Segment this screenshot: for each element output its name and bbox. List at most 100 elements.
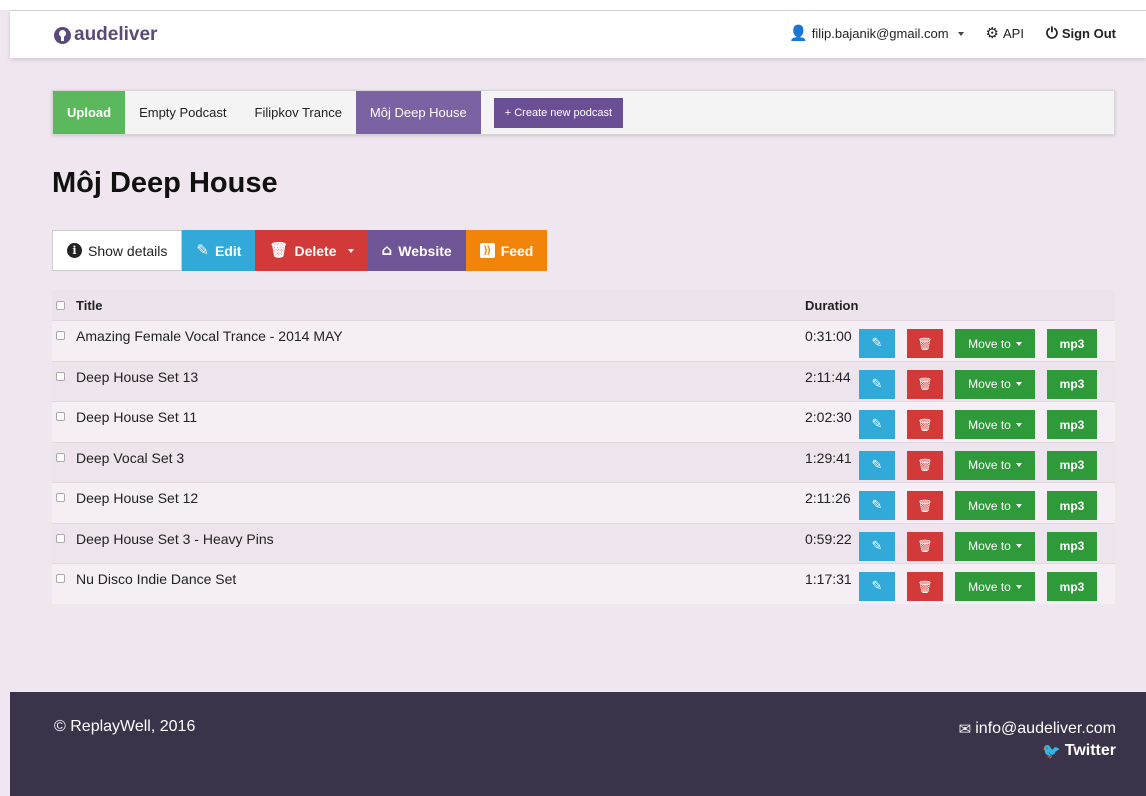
edit-podcast-button[interactable]: ✎ Edit — [182, 230, 256, 271]
episode-duration: 2:11:44 — [805, 368, 851, 385]
row-checkbox[interactable] — [56, 574, 65, 583]
chevron-down-icon — [1015, 422, 1022, 427]
episode-duration: 2:11:26 — [805, 490, 851, 506]
move-to-button[interactable]: Move to — [955, 572, 1035, 601]
trash-icon: 🗑 — [917, 539, 933, 553]
mp3-download-button[interactable]: mp3 — [1047, 410, 1097, 439]
episode-duration: 1:17:31 — [805, 571, 852, 587]
navbar-right: 👤 filip.bajanik@gmail.com ⚙ API ⏻ Sign O… — [789, 24, 1116, 42]
row-checkbox[interactable] — [56, 331, 65, 340]
power-icon: ⏻ — [1045, 24, 1058, 42]
episode-title: Deep House Set 11 — [76, 409, 198, 425]
chevron-down-icon — [347, 248, 354, 253]
move-to-button[interactable]: Move to — [955, 491, 1035, 520]
move-to-label: Move to — [968, 498, 1011, 513]
user-email: filip.bajanik@gmail.com — [811, 26, 949, 41]
mp3-download-button[interactable]: mp3 — [1047, 329, 1097, 358]
edit-episode-button[interactable]: ✎ — [859, 369, 895, 399]
delete-podcast-button[interactable]: 🗑 Delete — [255, 230, 368, 271]
edit-episode-button[interactable]: ✎ — [859, 491, 895, 520]
table-row: Deep House Set 12 2:11:26 ✎ 🗑 Move to mp… — [52, 482, 1115, 523]
pencil-icon: ✎ — [196, 241, 209, 259]
row-actions: ✎ 🗑 Move to mp3 — [859, 524, 1097, 561]
episode-title: Amazing Female Vocal Trance - 2014 MAY — [76, 328, 343, 344]
website-button[interactable]: ⌂ Website — [367, 230, 466, 271]
move-to-button[interactable]: Move to — [955, 329, 1035, 358]
tab-empty-podcast[interactable]: Empty Podcast — [125, 91, 240, 134]
chevron-down-icon — [1015, 463, 1022, 467]
show-details-button[interactable]: i Show details — [52, 230, 183, 271]
table-row: Amazing Female Vocal Trance - 2014 MAY 0… — [52, 320, 1115, 361]
signout-link[interactable]: ⏻ Sign Out — [1045, 24, 1116, 42]
move-to-label: Move to — [968, 539, 1011, 553]
feed-label: Feed — [500, 242, 534, 259]
pencil-icon: ✎ — [871, 336, 883, 351]
episode-title-cell: Deep House Set 11 — [52, 402, 779, 425]
pencil-icon: ✎ — [871, 457, 883, 473]
row-checkbox[interactable] — [56, 533, 65, 543]
delete-episode-button[interactable]: 🗑 — [907, 491, 943, 520]
select-all-checkbox[interactable] — [56, 300, 65, 310]
row-checkbox[interactable] — [56, 493, 65, 502]
mp3-download-button[interactable]: mp3 — [1047, 531, 1097, 561]
show-details-label: Show details — [88, 242, 168, 259]
feed-button[interactable]: )) Feed — [465, 230, 548, 271]
api-label: API — [1002, 26, 1024, 41]
row-checkbox[interactable] — [56, 452, 65, 462]
move-to-label: Move to — [968, 336, 1011, 351]
edit-episode-button[interactable]: ✎ — [859, 410, 895, 439]
move-to-button[interactable]: Move to — [955, 410, 1035, 439]
table-body: Amazing Female Vocal Trance - 2014 MAY 0… — [52, 320, 1115, 604]
brand-logo[interactable]: audeliver — [54, 24, 157, 46]
episode-title-cell: Deep House Set 3 - Heavy Pins — [52, 524, 779, 547]
trash-icon: 🗑 — [917, 417, 933, 432]
trash-icon: 🗑 — [917, 377, 933, 391]
edit-episode-button[interactable]: ✎ — [859, 531, 895, 561]
footer-contacts: ✉ info@audeliver.com 🐦 Twitter — [959, 718, 1116, 762]
table-row: Nu Disco Indie Dance Set 1:17:31 ✎ 🗑 Mov… — [52, 563, 1115, 604]
mp3-download-button[interactable]: mp3 — [1047, 491, 1097, 520]
episode-title-cell: Amazing Female Vocal Trance - 2014 MAY — [52, 321, 779, 344]
delete-episode-button[interactable]: 🗑 — [907, 450, 943, 480]
tab-upload[interactable]: Upload — [53, 91, 126, 134]
row-checkbox[interactable] — [56, 412, 65, 421]
twitter-link[interactable]: 🐦 Twitter — [959, 740, 1116, 762]
tab-filipkov-trance[interactable]: Filipkov Trance — [241, 91, 356, 134]
trash-icon: 🗑 — [917, 336, 933, 351]
delete-episode-button[interactable]: 🗑 — [907, 369, 943, 399]
tab-moj-deep-house[interactable]: Môj Deep House — [355, 91, 481, 134]
episode-duration: 2:02:30 — [805, 409, 852, 425]
website-label: Website — [398, 242, 452, 259]
signout-label: Sign Out — [1061, 26, 1116, 41]
title-header-label: Title — [76, 297, 103, 313]
podcast-actions: i Show details ✎ Edit 🗑 Delete ⌂ Website… — [52, 230, 548, 271]
row-checkbox[interactable] — [56, 371, 65, 381]
edit-episode-button[interactable]: ✎ — [859, 572, 895, 601]
create-podcast-button[interactable]: + Create new podcast — [493, 98, 624, 128]
episode-duration: 0:31:00 — [805, 328, 852, 344]
move-to-button[interactable]: Move to — [955, 531, 1035, 561]
edit-episode-button[interactable]: ✎ — [859, 329, 895, 358]
mp3-download-button[interactable]: mp3 — [1047, 369, 1097, 399]
delete-episode-button[interactable]: 🗑 — [907, 329, 943, 358]
top-strip — [0, 0, 1146, 10]
user-menu[interactable]: 👤 filip.bajanik@gmail.com — [789, 26, 964, 41]
move-to-button[interactable]: Move to — [955, 369, 1035, 399]
edit-episode-button[interactable]: ✎ — [859, 450, 895, 480]
rss-icon: )) — [479, 243, 495, 258]
mp3-download-button[interactable]: mp3 — [1047, 450, 1097, 480]
row-actions: ✎ 🗑 Move to mp3 — [859, 321, 1097, 358]
mp3-download-button[interactable]: mp3 — [1047, 572, 1097, 601]
move-to-button[interactable]: Move to — [955, 450, 1035, 480]
trash-icon: 🗑 — [269, 241, 289, 259]
episode-duration: 0:59:22 — [805, 530, 852, 547]
row-actions: ✎ 🗑 Move to mp3 — [859, 564, 1097, 601]
delete-episode-button[interactable]: 🗑 — [907, 410, 943, 439]
chevron-down-icon — [1015, 584, 1022, 589]
delete-episode-button[interactable]: 🗑 — [907, 531, 943, 561]
delete-episode-button[interactable]: 🗑 — [907, 572, 943, 601]
api-link[interactable]: ⚙ API — [986, 26, 1024, 42]
pencil-icon: ✎ — [871, 538, 883, 554]
email-link[interactable]: ✉ info@audeliver.com — [959, 718, 1116, 740]
episode-title-cell: Nu Disco Indie Dance Set — [52, 564, 779, 587]
